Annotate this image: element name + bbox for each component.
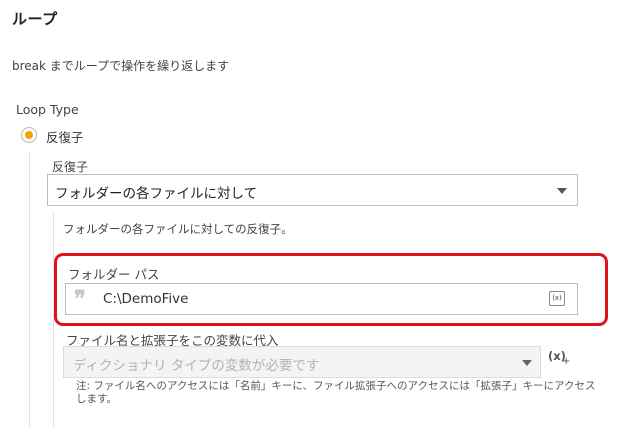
section-indent-line [29,152,30,427]
variable-dropdown-placeholder: ディクショナリ タイプの変数が必要です [73,358,320,374]
panel-title: ループ [12,10,58,28]
loop-type-label: Loop Type [16,102,79,117]
chevron-down-icon [522,360,532,366]
folder-path-label: フォルダー パス [68,267,160,282]
variable-picker-icon[interactable]: (x) [549,291,565,306]
quote-icon: ❞ [74,286,86,312]
iterator-dropdown-value: フォルダーの各ファイルに対して [55,186,258,202]
add-variable-icon[interactable]: (x) + [548,349,570,367]
chevron-down-icon [557,188,567,194]
plus-icon: + [562,356,571,367]
folder-path-value: C:\DemoFive [103,291,189,307]
iterator-radio[interactable] [21,127,37,143]
iterator-radio-label[interactable]: 反復子 [46,127,84,146]
iterator-dropdown[interactable]: フォルダーの各ファイルに対して [47,174,578,206]
folder-path-input[interactable]: ❞ C:\DemoFive (x) [65,283,578,315]
panel-description: break までループで操作を繰り返します [12,59,230,73]
iterator-help-text: フォルダーの各ファイルに対しての反復子。 [63,222,293,236]
iterator-label: 反復子 [52,160,89,174]
variable-note: 注: ファイル名へのアクセスには「名前」キーに、ファイル拡張子へのアクセスには「… [76,380,596,405]
subsection-indent-line [53,212,54,427]
radio-selected-dot [25,131,33,139]
variable-dropdown[interactable]: ディクショナリ タイプの変数が必要です [63,346,541,378]
